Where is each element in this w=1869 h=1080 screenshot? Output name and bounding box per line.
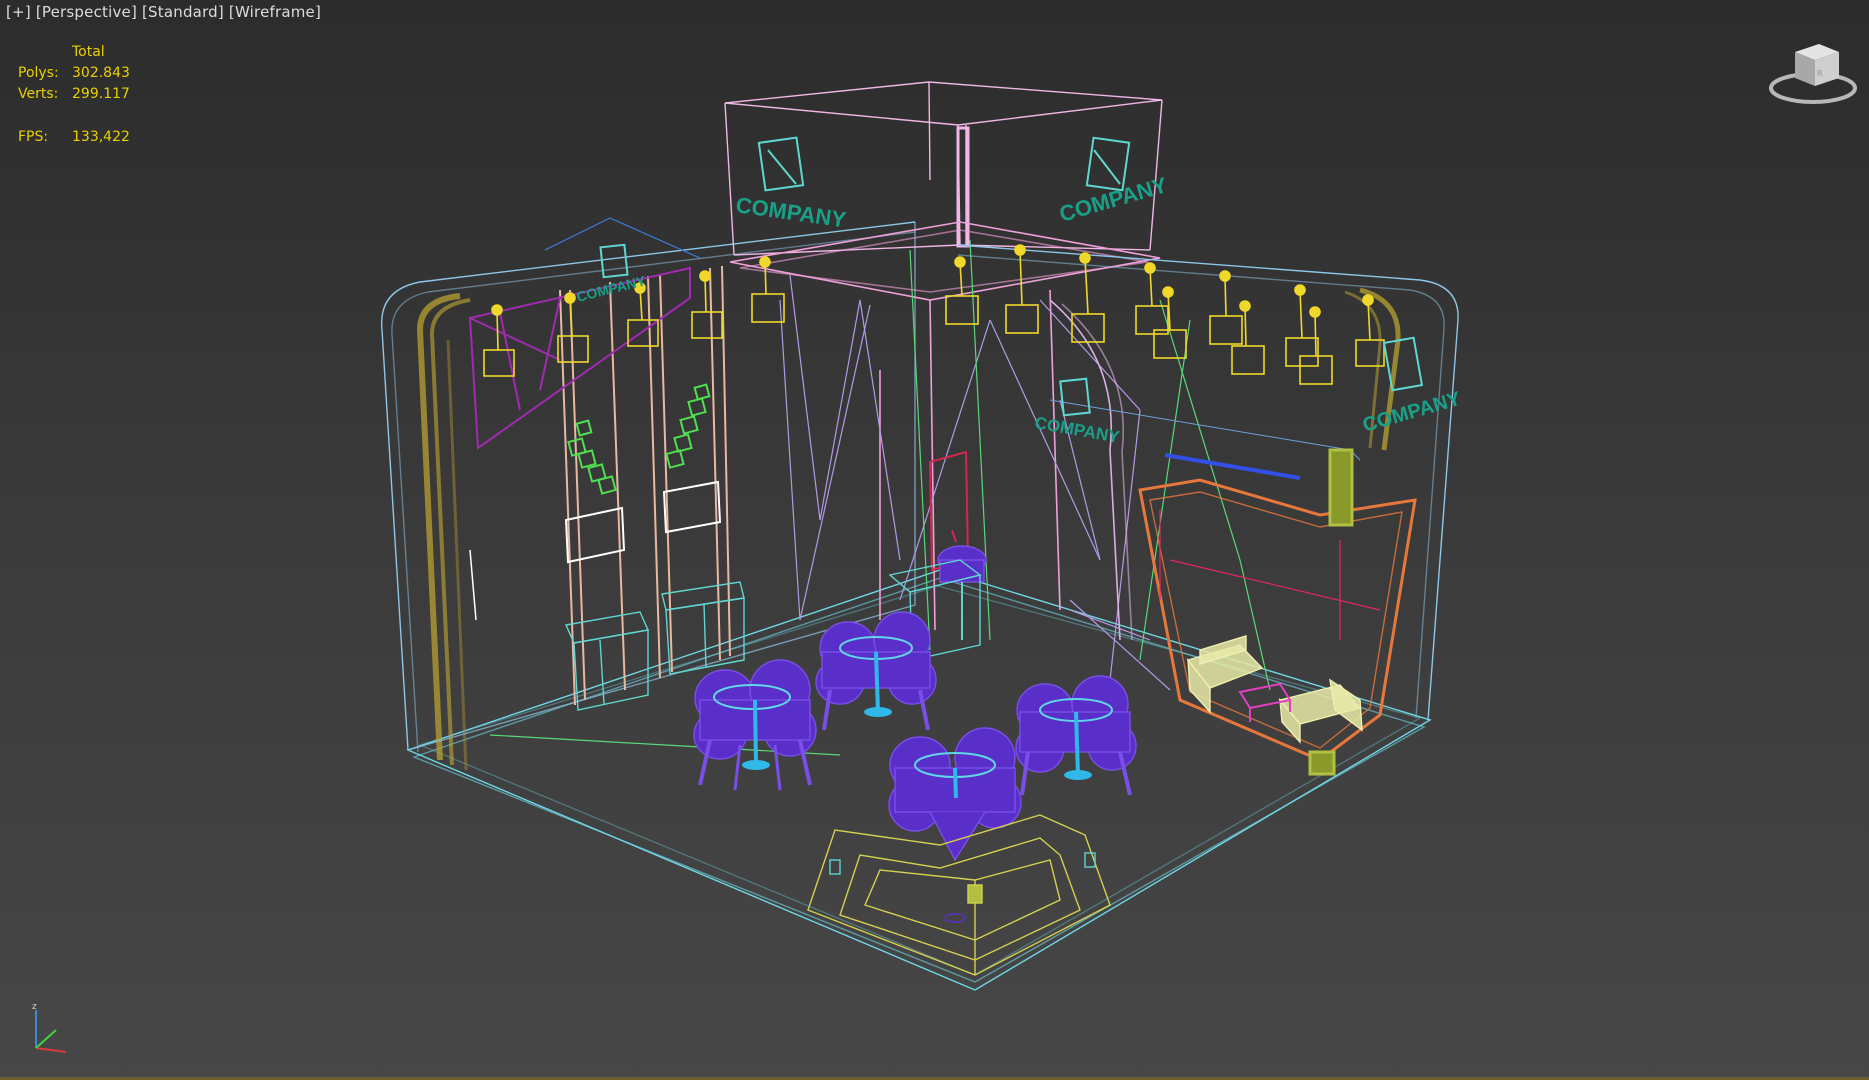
lounge-sofa-right[interactable] bbox=[1278, 678, 1363, 744]
front-counter[interactable] bbox=[807, 814, 1111, 976]
logo-box-tower-left bbox=[757, 136, 805, 192]
ceiling-lamps[interactable] bbox=[483, 244, 1385, 385]
bar-stool[interactable] bbox=[937, 545, 987, 640]
lamp bbox=[1231, 300, 1265, 375]
logo-box-left bbox=[599, 243, 629, 279]
table-set-3[interactable] bbox=[1015, 675, 1137, 796]
logo-box-right bbox=[1382, 336, 1424, 392]
table-set-1[interactable] bbox=[693, 659, 817, 791]
logo-box-tower-right bbox=[1085, 136, 1131, 192]
table-set-2[interactable] bbox=[815, 611, 937, 731]
lamp bbox=[1299, 306, 1333, 385]
shelf-left[interactable] bbox=[564, 611, 650, 711]
reception-frame[interactable] bbox=[1138, 448, 1417, 776]
company-logo-tower-left: COMPANY bbox=[734, 192, 848, 232]
lamp bbox=[691, 270, 723, 339]
lamp bbox=[1005, 244, 1039, 334]
lamp bbox=[627, 282, 659, 347]
logo-box-arch bbox=[1059, 377, 1091, 417]
lamp bbox=[1135, 262, 1169, 335]
company-logo-arch: COMPANY bbox=[1033, 413, 1121, 447]
header-tower[interactable] bbox=[724, 81, 1163, 256]
lamp bbox=[1209, 270, 1243, 345]
lamp bbox=[1285, 284, 1319, 367]
blue-brace bbox=[544, 217, 701, 259]
plant-right bbox=[665, 383, 711, 469]
lamp bbox=[1153, 286, 1187, 359]
axis-tripod-icon: z bbox=[32, 1002, 67, 1053]
svg-text:z: z bbox=[32, 1002, 37, 1012]
viewcube-icon[interactable]: R bbox=[1767, 38, 1857, 110]
viewcube-right-face: R bbox=[1817, 69, 1823, 78]
lamp bbox=[483, 304, 515, 377]
wireframe-scene[interactable]: COMPANY COMPANY COMPANY COMPANY COMPANY bbox=[0, 0, 1869, 1080]
